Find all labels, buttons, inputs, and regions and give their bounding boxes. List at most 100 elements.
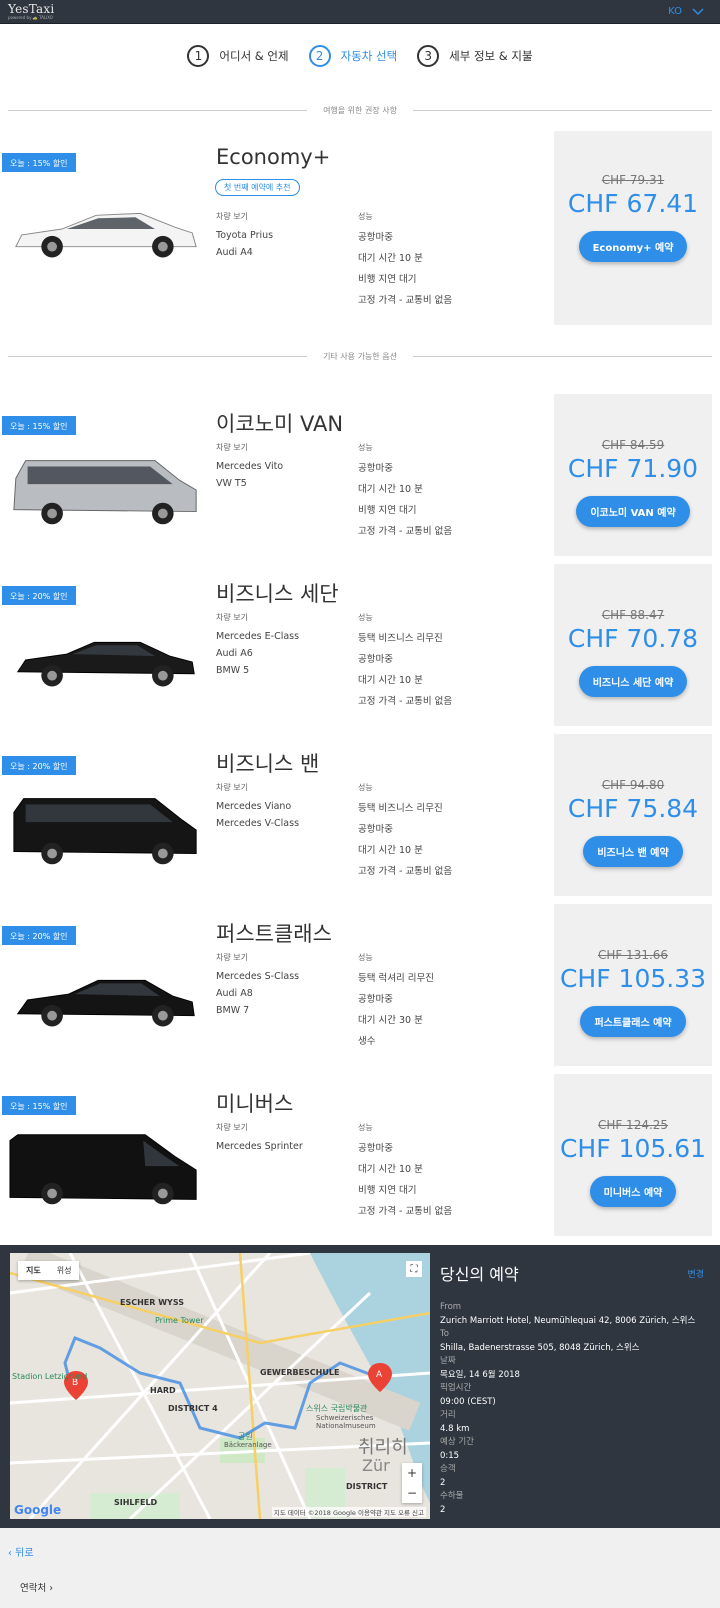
models-heading: 차량 보기	[216, 613, 248, 622]
feature-item: 대기 시간 30 분	[358, 1015, 423, 1026]
from-value: Zurich Marriott Hotel, Neumühlequai 42, …	[440, 1315, 696, 1326]
step-label: 어디서 & 언제	[219, 49, 289, 63]
car-image	[16, 979, 195, 1027]
pickup-value: 09:00 (CEST)	[440, 1396, 496, 1407]
duration-label: 예상 기간	[440, 1437, 474, 1447]
feature-item: 생수	[358, 1036, 376, 1047]
feature-item: 공항마중	[358, 463, 393, 474]
map-label: Bäckeranlage	[224, 1441, 272, 1449]
models-column: 차량 보기 Mercedes S-Class Audi A8 BMW 7	[216, 952, 299, 1019]
step-choose-car[interactable]: 2 자동차 선택	[308, 45, 397, 67]
map-label: 공원	[238, 1432, 253, 1441]
back-link[interactable]: ‹ 뒤로	[8, 1544, 34, 1559]
feature-item: 공항마중	[358, 232, 393, 243]
original-price: CHF 94.80	[601, 778, 665, 792]
original-price: CHF 79.31	[601, 173, 665, 187]
route-map[interactable]: A B ESCHER WYSS Prime Tower GEWERBESCHUL…	[10, 1253, 430, 1519]
page-footer: ‹ 뒤로 연락처 ›	[0, 1528, 720, 1608]
discounted-price: CHF 70.78	[567, 624, 699, 653]
passengers-value: 2	[440, 1477, 446, 1488]
discount-badge: 오늘 : 15% 할인	[2, 416, 76, 435]
discount-badge: 오늘 : 15% 할인	[2, 153, 76, 172]
logo-text: YesTaxi	[8, 2, 55, 16]
map-label: DISTRICT 4	[168, 1404, 218, 1413]
language-selector[interactable]: KO	[668, 6, 704, 17]
feature-item: 고정 가격 - 교통비 없음	[358, 526, 453, 537]
map-label: 취리히	[358, 1437, 408, 1458]
discount-badge: 오늘 : 15% 할인	[2, 1096, 76, 1115]
price-box: CHF 131.66 CHF 105.33 퍼스트클래스 예약	[554, 904, 712, 1066]
discount-badge: 오늘 : 20% 할인	[2, 756, 76, 775]
map-label: GEWERBESCHULE	[260, 1368, 339, 1377]
vehicle-title: 비즈니스 세단	[216, 582, 339, 606]
features-heading: 성능	[358, 443, 373, 452]
tab-satellite[interactable]: 위성	[49, 1261, 80, 1280]
price-box: CHF 94.80 CHF 75.84 비즈니스 밴 예약	[554, 734, 712, 896]
tab-map[interactable]: 지도	[18, 1261, 49, 1280]
feature-item: 대기 시간 10 분	[358, 484, 423, 495]
book-button[interactable]: 이코노미 VAN 예약	[576, 496, 690, 527]
distance-label: 거리	[440, 1410, 456, 1420]
feature-item: 고정 가격 - 교통비 없음	[358, 866, 453, 877]
change-link[interactable]: 변경	[687, 1267, 704, 1280]
car-image	[13, 798, 197, 865]
features-heading: 성능	[358, 783, 373, 792]
model-name: BMW 5	[216, 665, 250, 676]
zoom-out-button[interactable]: −	[402, 1483, 422, 1503]
price-box: CHF 88.47 CHF 70.78 비즈니스 세단 예약	[554, 564, 712, 726]
to-label: To	[440, 1329, 449, 1339]
feature-item: 고정 가격 - 교통비 없음	[358, 696, 453, 707]
pickup-label: 픽업시간	[440, 1383, 472, 1393]
features-heading: 성능	[358, 953, 373, 962]
book-button[interactable]: 비즈니스 세단 예약	[578, 666, 688, 697]
map-label: Zür	[362, 1456, 390, 1475]
step-number: 2	[308, 45, 331, 67]
step-label: 세부 정보 & 지불	[449, 49, 533, 63]
logo[interactable]: YesTaxi powered by 🚕 TALIXO	[8, 3, 54, 20]
price-box: CHF 84.59 CHF 71.90 이코노미 VAN 예약	[554, 394, 712, 556]
contact-link[interactable]: 연락처 ›	[20, 1580, 53, 1594]
zoom-in-button[interactable]: +	[402, 1463, 422, 1483]
step-details-payment[interactable]: 3 세부 정보 & 지불	[417, 45, 533, 67]
section-title: 기타 사용 가능한 옵션	[323, 351, 397, 361]
book-button[interactable]: 비즈니스 밴 예약	[583, 836, 683, 867]
features-column: 성능 등택 비즈니스 리무진 공항마중 대기 시간 10 분 고정 가격 - 교통비 …	[358, 612, 452, 712]
original-price: CHF 84.59	[601, 438, 665, 452]
features-heading: 성능	[358, 212, 373, 221]
feature-item: 비행 지연 대기	[358, 274, 417, 285]
vehicle-card: 오늘 : 15% 할인 이코노미 VAN 차량 보기 Mercedes Vito…	[0, 394, 720, 556]
map-label: Stadion Letzigrund	[12, 1372, 87, 1381]
step-where-when[interactable]: 1 어디서 & 언제	[187, 45, 289, 67]
models-heading: 차량 보기	[216, 953, 248, 962]
step-number: 1	[187, 45, 210, 67]
zoom-control: + −	[402, 1463, 422, 1503]
model-name: Mercedes Sprinter	[216, 1141, 303, 1152]
model-name: Mercedes Vito	[216, 461, 284, 472]
progress-steps: 1 어디서 & 언제 2 자동차 선택 3 세부 정보 & 지불	[0, 24, 720, 88]
feature-item: 공항마중	[358, 994, 393, 1005]
models-column: 차량 보기 Toyota Prius Audi A4	[216, 211, 273, 261]
models-heading: 차량 보기	[216, 783, 248, 792]
map-label: HARD	[150, 1386, 176, 1395]
features-column: 성능 공항마중 대기 시간 10 분 비행 지연 대기 고정 가격 - 교통비 없음	[358, 211, 452, 311]
discounted-price: CHF 105.33	[559, 964, 707, 993]
original-price: CHF 131.66	[597, 948, 669, 962]
fullscreen-icon[interactable]: ⛶	[406, 1261, 422, 1277]
vehicle-title: 미니버스	[216, 1092, 294, 1116]
book-button[interactable]: Economy+ 예약	[578, 231, 688, 262]
models-column: 차량 보기 Mercedes Viano Mercedes V-Class	[216, 782, 299, 832]
section-divider-recommended: 여행을 위한 권장 사항	[8, 93, 712, 127]
book-button[interactable]: 미니버스 예약	[589, 1176, 677, 1207]
vehicle-title: 퍼스트클래스	[216, 922, 332, 946]
map-label: Nationalmuseum	[316, 1422, 376, 1430]
model-name: Mercedes S-Class	[216, 971, 300, 982]
map-label: SIHLFELD	[114, 1498, 158, 1507]
luggage-label: 수하물	[440, 1491, 464, 1501]
feature-item: 대기 시간 10 분	[358, 253, 423, 264]
discount-badge: 오늘 : 20% 할인	[2, 586, 76, 605]
map-attribution[interactable]: 지도 데이터 ©2018 Google 이용약관 지도 오류 신고	[271, 1507, 426, 1517]
model-name: Audi A8	[216, 988, 253, 999]
book-button[interactable]: 퍼스트클래스 예약	[580, 1006, 686, 1037]
discounted-price: CHF 75.84	[567, 794, 699, 823]
map-label: 스위스 국립박물관	[306, 1403, 368, 1413]
